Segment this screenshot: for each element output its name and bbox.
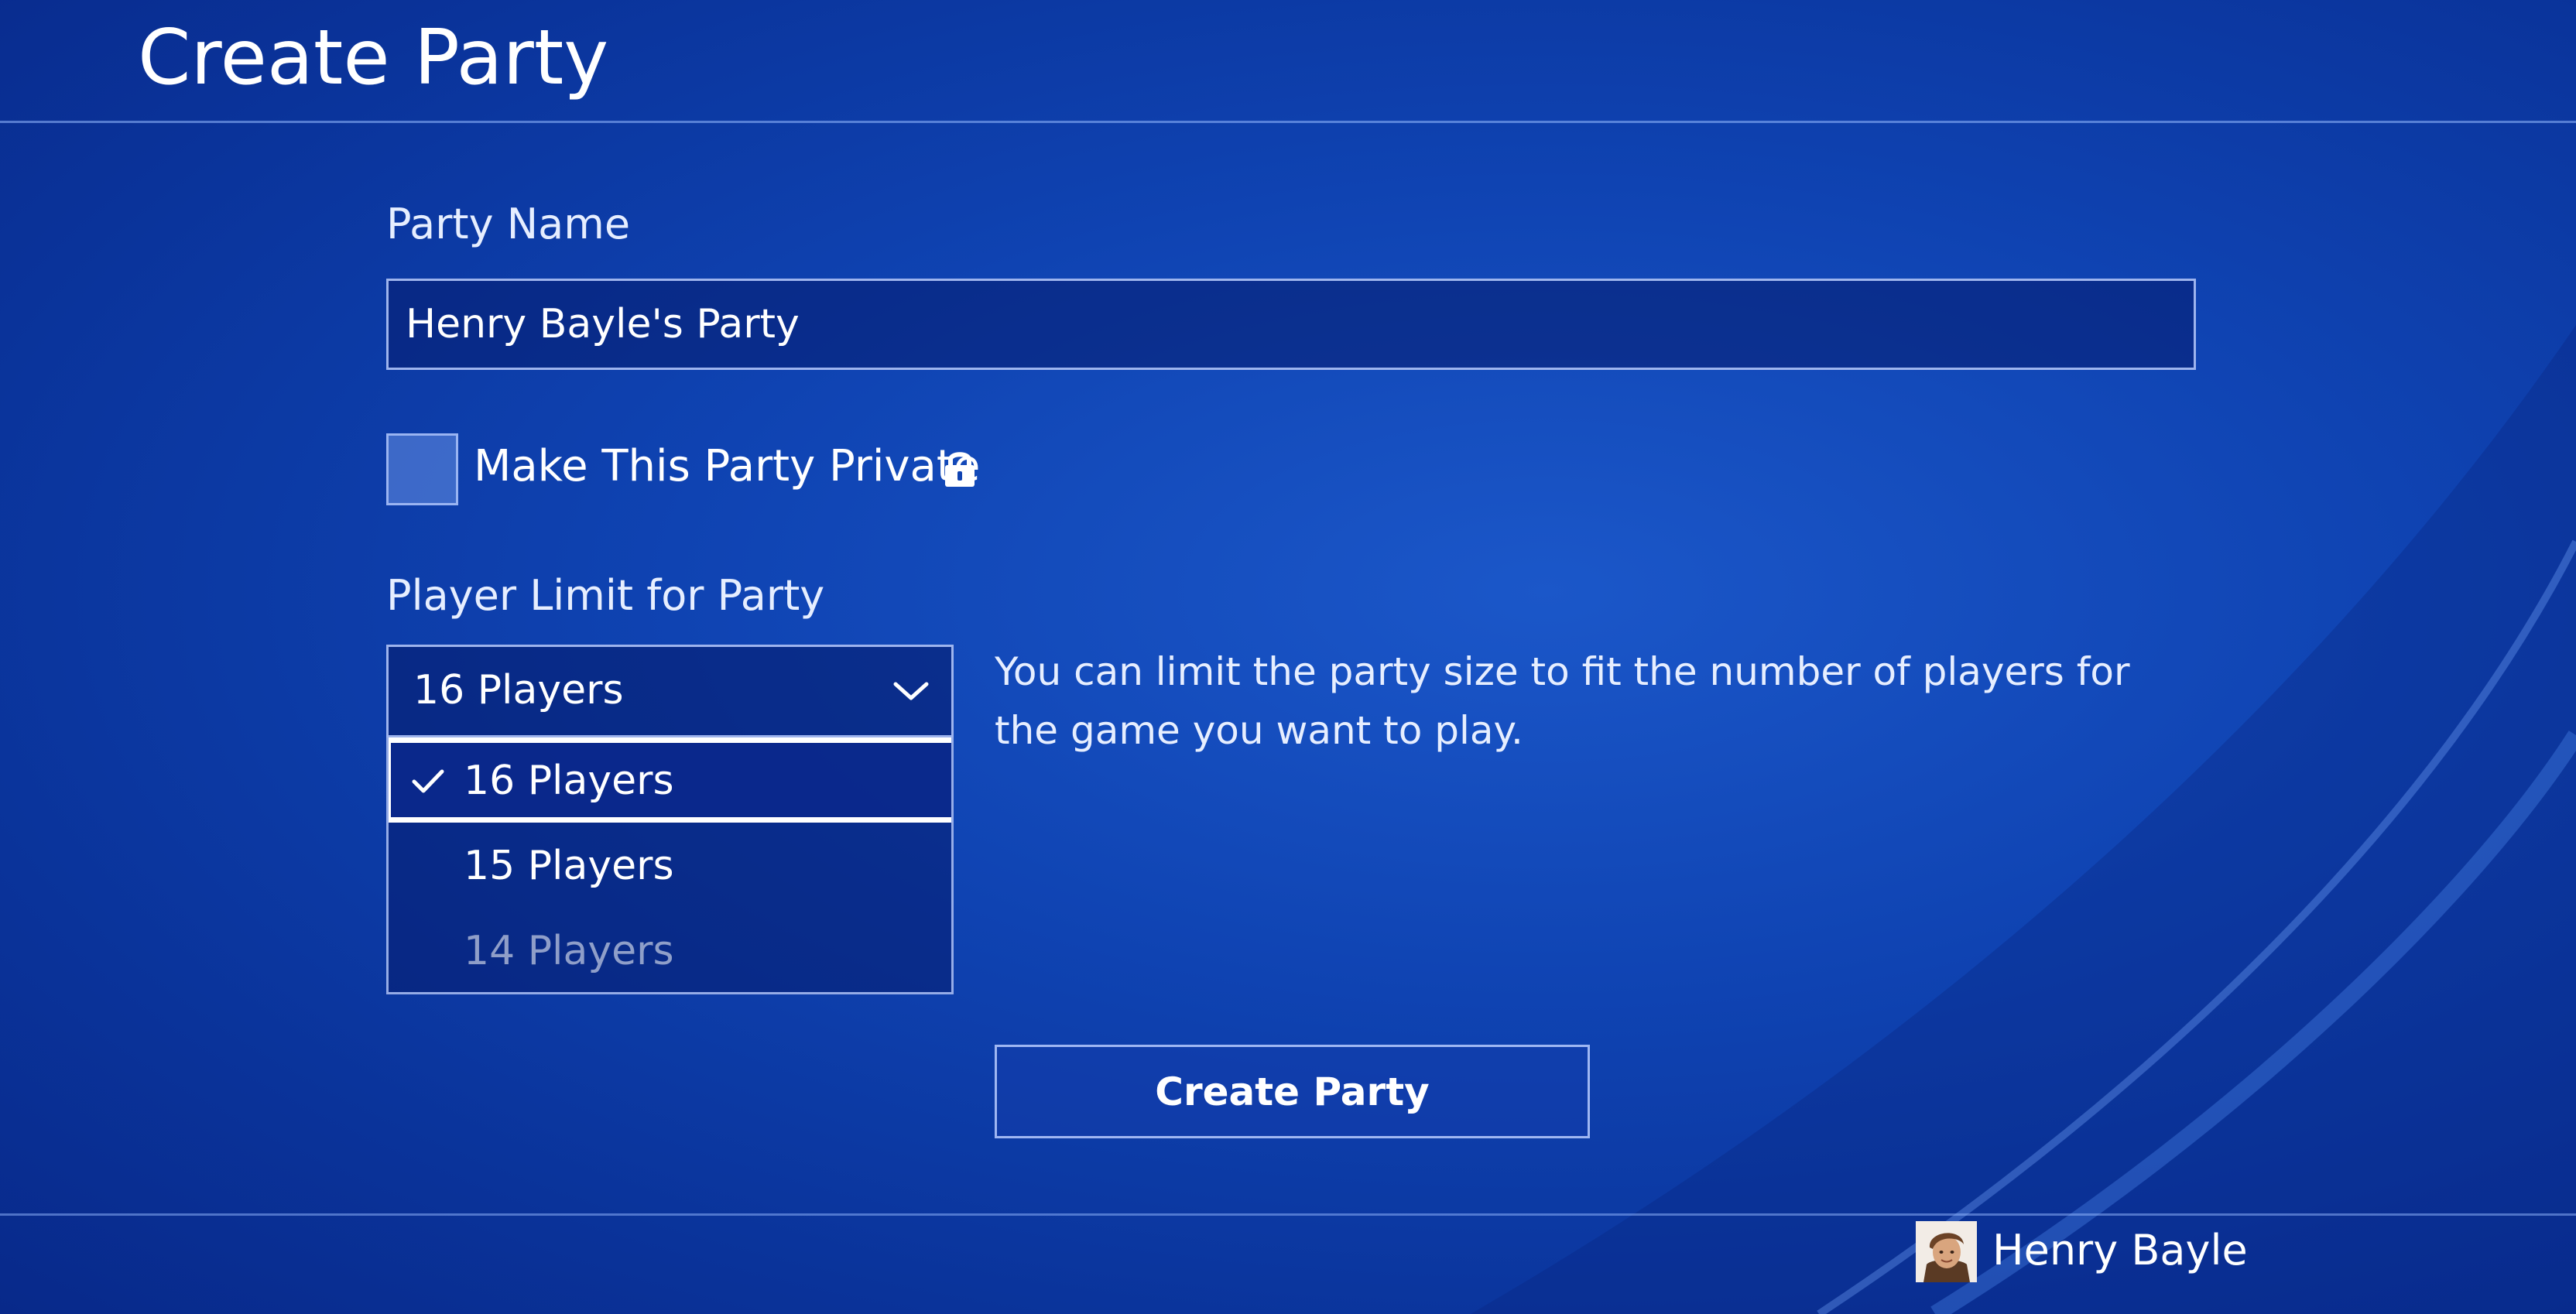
player-limit-selected-value: 16 Players xyxy=(413,667,624,713)
party-name-label: Party Name xyxy=(386,200,631,248)
player-limit-help-text: You can limit the party size to fit the … xyxy=(995,649,2130,753)
player-limit-dropdown-list: 16 Players 15 Players 14 Players xyxy=(386,737,954,994)
footer-divider xyxy=(0,1213,2576,1216)
player-limit-option-label: 15 Players xyxy=(464,843,674,889)
page-title: Create Party xyxy=(138,14,609,102)
private-party-label[interactable]: Make This Party Private xyxy=(474,441,980,491)
check-icon xyxy=(412,769,444,793)
private-party-checkbox[interactable] xyxy=(386,433,458,505)
avatar[interactable] xyxy=(1916,1221,1977,1282)
player-limit-option[interactable]: 16 Players xyxy=(389,737,951,823)
lock-icon xyxy=(945,452,975,487)
chevron-down-icon xyxy=(893,682,929,700)
player-limit-option-label: 16 Players xyxy=(464,758,674,804)
create-party-button[interactable]: Create Party xyxy=(995,1045,1590,1138)
player-limit-option-label: 14 Players xyxy=(464,928,674,974)
player-limit-select[interactable]: 16 Players xyxy=(386,645,954,737)
player-limit-option[interactable]: 14 Players xyxy=(389,908,951,992)
header-bar: Create Party xyxy=(0,0,2576,123)
party-name-input[interactable] xyxy=(386,279,2196,370)
user-name: Henry Bayle xyxy=(1992,1226,2248,1275)
player-limit-option[interactable]: 15 Players xyxy=(389,823,951,908)
player-limit-label: Player Limit for Party xyxy=(386,571,825,620)
user-avatar-image xyxy=(1916,1221,1977,1282)
